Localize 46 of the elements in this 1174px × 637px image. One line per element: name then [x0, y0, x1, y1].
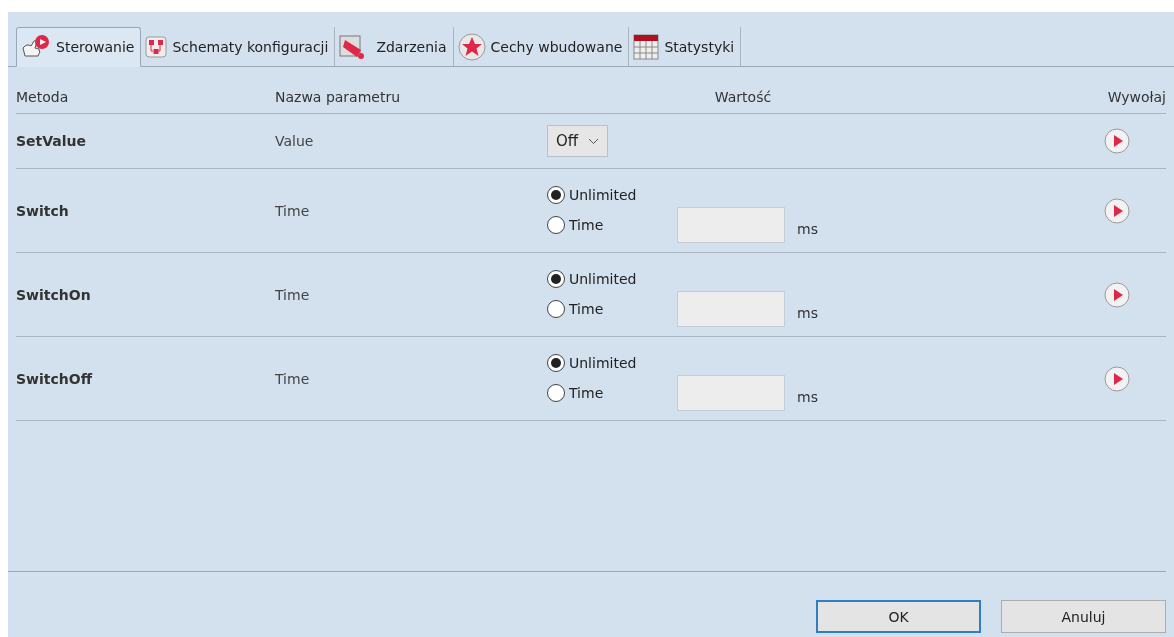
- time-field[interactable]: [677, 374, 785, 411]
- dialog-button[interactable]: OK: [816, 600, 981, 633]
- radio-option[interactable]: Time: [547, 215, 677, 234]
- play-button[interactable]: [1104, 197, 1130, 224]
- radio-option[interactable]: Unlimited: [547, 353, 677, 372]
- play-button[interactable]: [1104, 365, 1130, 392]
- parameter-name: Time: [275, 286, 311, 303]
- method-name: Switch: [16, 202, 70, 219]
- column-header: Metoda: [16, 89, 69, 105]
- tab[interactable]: Sterowanie: [16, 27, 142, 67]
- diagram-icon: [145, 35, 168, 58]
- chevron-icon: [588, 137, 600, 145]
- value-dropdown[interactable]: Off: [547, 125, 609, 157]
- radio-option[interactable]: Time: [547, 299, 677, 318]
- parameter-name: Value: [275, 133, 315, 149]
- unit-label: ms: [796, 303, 819, 321]
- tab[interactable]: Zdarzenia: [335, 27, 454, 66]
- method-name: SwitchOff: [16, 370, 94, 387]
- time-field[interactable]: [677, 206, 785, 243]
- radio-option[interactable]: Unlimited: [547, 185, 677, 204]
- radio-option[interactable]: Unlimited: [547, 269, 677, 288]
- tab[interactable]: Schematy konfiguracji: [141, 27, 336, 66]
- dialog-button[interactable]: Anuluj: [1001, 600, 1166, 633]
- column-header: Wywołaj: [1107, 89, 1166, 105]
- method-name: SwitchOn: [16, 286, 92, 303]
- parameter-name: Time: [275, 370, 311, 387]
- column-header: Wartość: [714, 89, 772, 105]
- tab[interactable]: Statystyki: [629, 27, 742, 66]
- radio-button[interactable]: [547, 353, 565, 372]
- time-field[interactable]: [677, 290, 785, 327]
- column-header: Nazwa parametru: [275, 89, 401, 105]
- method-name: SetValue: [16, 133, 88, 149]
- unit-label: ms: [796, 219, 819, 237]
- hand-icon: [21, 34, 51, 60]
- play-button[interactable]: [1104, 128, 1130, 154]
- radio-option[interactable]: Time: [547, 383, 677, 402]
- radio-button[interactable]: [547, 185, 565, 204]
- parameter-name: Time: [275, 202, 311, 219]
- play-button[interactable]: [1104, 281, 1130, 308]
- unit-label: ms: [796, 387, 819, 405]
- radio-button[interactable]: [547, 299, 565, 318]
- tab[interactable]: Cechy wbudowane: [453, 27, 630, 66]
- radio-button[interactable]: [547, 383, 565, 402]
- radio-button[interactable]: [547, 269, 565, 288]
- table-icon: [633, 33, 660, 60]
- radio-button[interactable]: [547, 215, 565, 234]
